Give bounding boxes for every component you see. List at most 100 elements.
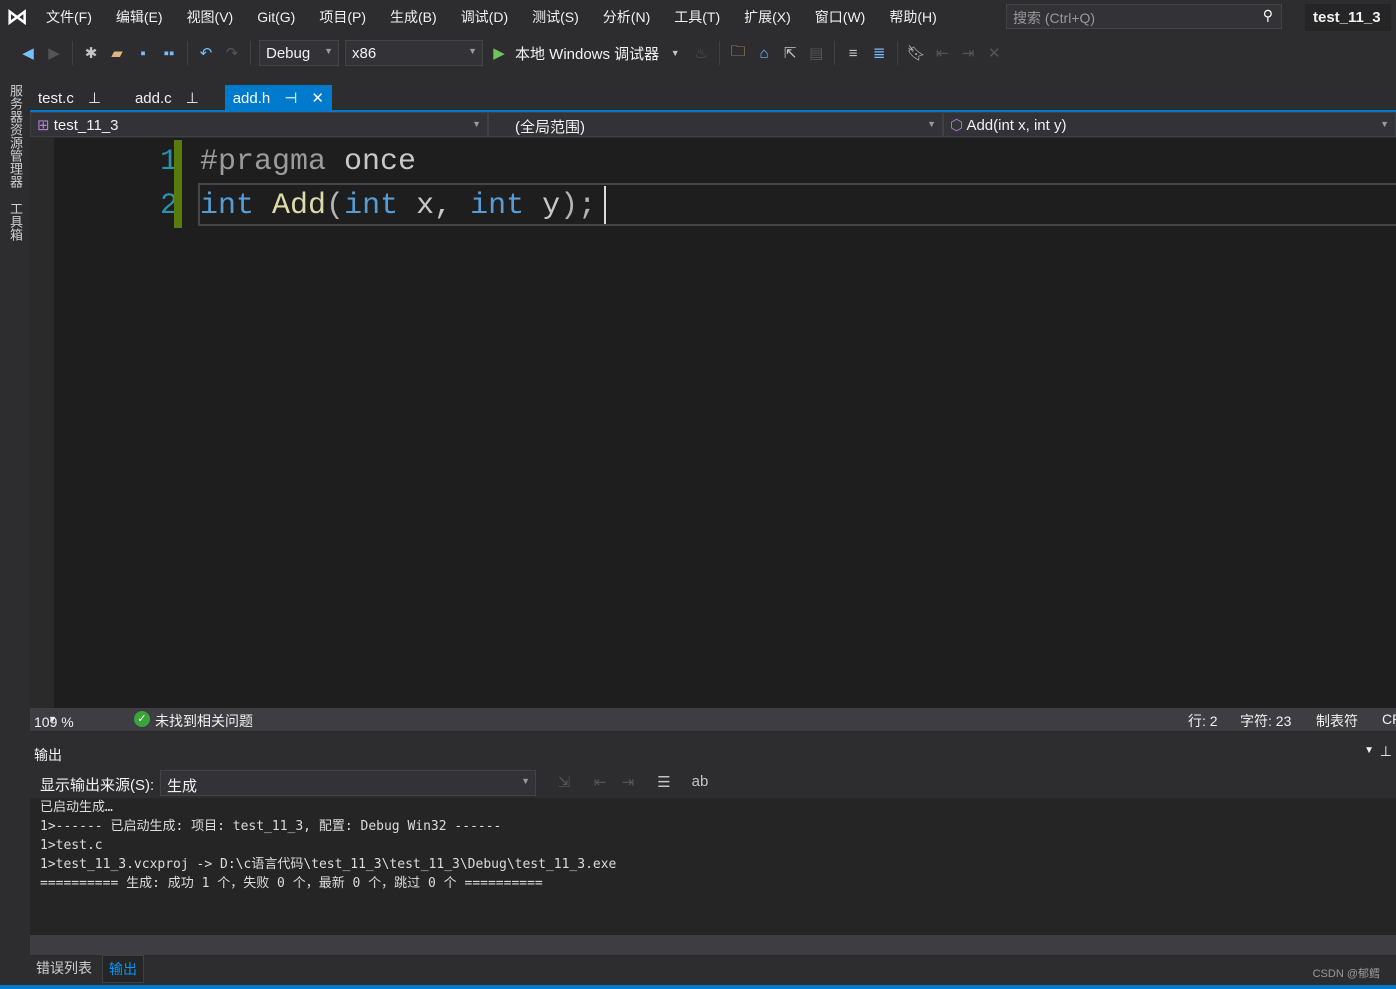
chevron-down-icon: ▼ — [521, 776, 530, 786]
pin-icon[interactable]: ⊣ — [284, 89, 297, 107]
chevron-down-icon: ▼ — [472, 119, 481, 129]
menu-edit[interactable]: 编辑(E) — [104, 7, 175, 27]
play-icon[interactable]: ▶ — [489, 44, 509, 62]
menu-file[interactable]: 文件(F) — [34, 7, 104, 27]
scope-dropdown[interactable]: (全局范围) ▼ — [488, 112, 943, 137]
output-line: 已启动生成… — [40, 800, 113, 815]
select-icon[interactable]: ⇱ — [780, 44, 800, 62]
separator — [834, 41, 836, 65]
menu-debug[interactable]: 调试(D) — [449, 7, 520, 27]
search-icon: ⚲ — [1262, 7, 1273, 23]
server-explorer-tab[interactable]: 服务器资源管理器 — [6, 84, 25, 188]
menu-analyze[interactable]: 分析(N) — [591, 7, 662, 27]
menu-help[interactable]: 帮助(H) — [877, 7, 948, 27]
platform-select[interactable]: x86 ▼ — [345, 40, 483, 66]
chevron-down-icon[interactable]: ▼ — [665, 48, 685, 58]
line-indicator: 行: 2 — [1188, 713, 1218, 729]
chevron-down-icon: ▼ — [48, 714, 57, 724]
separator — [719, 41, 721, 65]
search-input[interactable]: 搜索 (Ctrl+Q) ⚲ — [1006, 4, 1282, 29]
chevron-down-icon: ▼ — [324, 46, 333, 56]
close-icon[interactable]: ✕ — [311, 89, 324, 107]
tab-error-list[interactable]: 错误列表 — [30, 955, 98, 983]
tab-add-c[interactable]: add.c ⊥ — [127, 85, 207, 111]
menu-view[interactable]: 视图(V) — [175, 7, 246, 27]
pin-icon[interactable]: ⊥ — [88, 89, 101, 107]
menu-tools[interactable]: 工具(T) — [662, 7, 732, 27]
undo-icon[interactable]: ↶ — [196, 44, 216, 62]
chevron-down-icon: ▼ — [468, 46, 477, 56]
document-tabs: test.c ⊥ add.c ⊥ add.h ⊣ ✕ — [30, 85, 1396, 111]
editor-status-bar: 109 % ▼ ✓ 未找到相关问题 行: 2 字符: 23 制表符 CR — [30, 708, 1396, 731]
line-ending-indicator[interactable]: CR — [1382, 711, 1396, 727]
home-icon[interactable]: ⌂ — [754, 45, 774, 62]
comment-icon[interactable]: ≡ — [843, 45, 863, 62]
clear-bookmarks-icon[interactable]: ✕ — [984, 44, 1004, 62]
toolbox-tab[interactable]: 工具箱 — [6, 202, 25, 241]
menu-build[interactable]: 生成(B) — [378, 7, 449, 27]
separator — [187, 41, 188, 65]
parameter: x, — [398, 189, 471, 223]
hot-reload-icon[interactable]: ♨ — [691, 44, 711, 62]
change-indicator — [174, 184, 182, 228]
keyword: int — [470, 189, 525, 223]
dropdown-icon[interactable]: ▼ — [1364, 745, 1374, 756]
tab-output[interactable]: 输出 — [102, 955, 144, 983]
output-source-value: 生成 — [167, 778, 198, 795]
tab-test-c[interactable]: test.c ⊥ — [30, 85, 109, 111]
save-all-icon[interactable]: ▪▪ — [159, 45, 179, 62]
forward-icon[interactable]: ▶ — [44, 44, 64, 62]
chevron-down-icon: ▼ — [927, 119, 936, 129]
code-text: ); — [560, 189, 597, 223]
pin-icon[interactable]: ⊥ — [186, 89, 199, 107]
open-folder-icon[interactable]: ▰ — [107, 44, 127, 62]
word-wrap-icon[interactable]: ab — [690, 773, 710, 790]
previous-message-icon[interactable]: ⇤ — [590, 773, 610, 791]
pin-icon[interactable]: ⊥ — [1380, 743, 1392, 760]
project-value: test_11_3 — [53, 117, 119, 134]
project-dropdown[interactable]: ⊞ test_11_3 ▼ — [30, 112, 488, 137]
horizontal-scrollbar[interactable] — [30, 935, 1396, 955]
indent-indicator[interactable]: 制表符 — [1316, 711, 1358, 731]
next-message-icon[interactable]: ⇥ — [618, 773, 638, 791]
output-line: ========== 生成: 成功 1 个，失败 0 个，最新 0 个，跳过 0… — [40, 876, 543, 891]
run-debugger-button[interactable]: 本地 Windows 调试器 — [515, 43, 659, 64]
go-to-location-icon[interactable]: ⇲ — [554, 773, 574, 791]
redo-icon[interactable]: ↷ — [222, 44, 242, 62]
platform-value: x86 — [352, 45, 377, 62]
tab-label: add.c — [134, 89, 172, 107]
status-bar-accent — [0, 985, 1396, 989]
menu-extensions[interactable]: 扩展(X) — [732, 7, 803, 27]
menu-test[interactable]: 测试(S) — [520, 7, 591, 27]
layout-icon[interactable]: ▤ — [806, 44, 826, 62]
output-toolbar: 显示输出来源(S): 生成 ▼ ⇲ ⇤ ⇥ ☰ ab — [30, 768, 1396, 798]
clear-all-icon[interactable]: ☰ — [654, 773, 674, 791]
new-item-icon[interactable]: ✱ — [81, 44, 101, 62]
configuration-select[interactable]: Debug ▼ — [259, 40, 339, 66]
configuration-value: Debug — [266, 45, 311, 62]
next-bookmark-icon[interactable]: ⇥ — [958, 44, 978, 62]
code-editor[interactable]: 1 2 #pragma once int Add(int x, int y); — [30, 138, 1396, 708]
menu-window[interactable]: 窗口(W) — [803, 7, 878, 27]
output-line: 1>test_11_3.vcxproj -> D:\c语言代码\test_11_… — [40, 857, 617, 872]
preprocessor-directive: #pragma — [200, 145, 327, 179]
prev-bookmark-icon[interactable]: ⇤ — [932, 44, 952, 62]
tab-add-h[interactable]: add.h ⊣ ✕ — [224, 85, 332, 111]
output-text[interactable]: 已启动生成… 1>------ 已启动生成: 项目: test_11_3, 配置:… — [40, 798, 616, 893]
bookmark-icon[interactable]: 🔖︎ — [906, 44, 926, 62]
menu-git[interactable]: Git(G) — [245, 9, 307, 25]
code-line: int Add(int x, int y); — [200, 184, 596, 228]
tab-label: test.c — [38, 89, 74, 107]
uncomment-icon[interactable]: ≣ — [869, 44, 889, 62]
code-text: once — [326, 145, 417, 179]
code-text: ( — [326, 189, 345, 223]
output-line: 1>test.c — [40, 838, 103, 853]
member-dropdown[interactable]: ⬡ Add(int x, int y) ▼ — [943, 112, 1396, 137]
save-icon[interactable]: ▪ — [133, 45, 153, 62]
back-icon[interactable]: ◀ — [18, 44, 38, 62]
output-source-select[interactable]: 生成 ▼ — [160, 770, 536, 796]
find-in-files-icon[interactable]: 🗀 — [728, 41, 748, 66]
issues-status[interactable]: 未找到相关问题 — [155, 711, 253, 731]
menu-project[interactable]: 项目(P) — [307, 7, 378, 27]
